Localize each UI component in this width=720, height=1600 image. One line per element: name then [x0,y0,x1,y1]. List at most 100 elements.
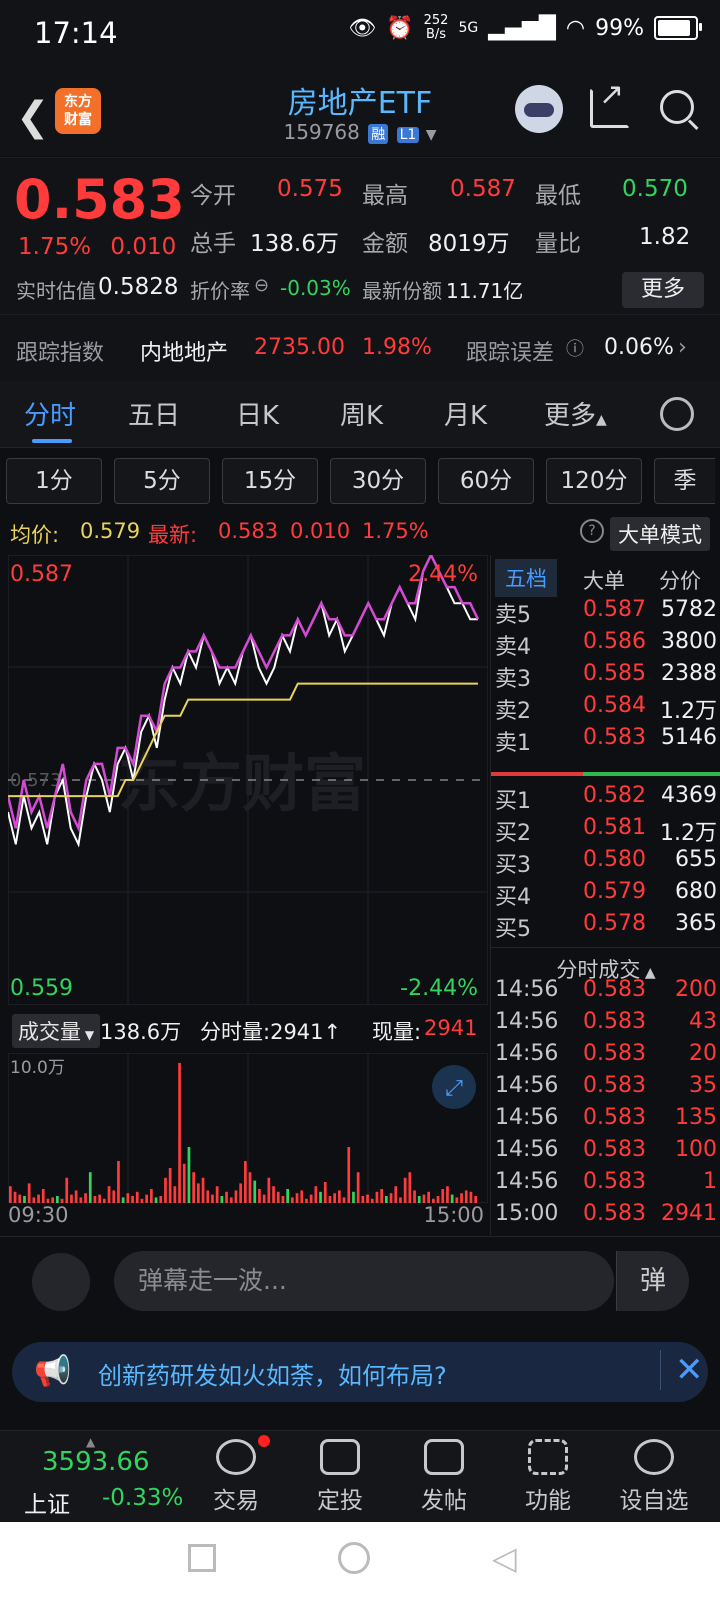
tick-row: 14:56 0.583 135 [495,1105,717,1130]
tab-price-dist[interactable]: 分价 [659,565,701,595]
recent-apps-button[interactable] [188,1544,216,1572]
tab-intraday[interactable]: 分时 [24,395,76,432]
danmu-settings-icon[interactable] [32,1253,90,1311]
wifi-icon: ◠ [565,15,586,41]
now-volume-label: 现量: [372,1020,422,1044]
expand-arrows-icon: ⤢ [445,1076,463,1101]
amount-value: 8019万 [428,231,510,257]
chevron-down-icon[interactable]: ▼ [426,127,437,143]
notice-text[interactable]: 创新药研发如火如荼，如何布局? [98,1356,447,1391]
volume-bar [37,1194,40,1203]
volume-bar [427,1191,430,1203]
price-change: 1.75% 0.010 [18,234,177,260]
edit-icon [424,1439,464,1475]
stock-code: 159768 [283,120,360,144]
volume-bar [150,1189,153,1203]
volume-bar [253,1180,257,1203]
volume-bar [262,1194,266,1203]
assistant-robot-icon[interactable] [515,85,563,133]
alarm-icon: ⏰ [386,15,414,41]
volume-bar [215,1186,219,1203]
home-button[interactable] [338,1542,370,1574]
tab-daily-k[interactable]: 日K [236,395,279,432]
period-120min[interactable]: 120分 [546,458,642,504]
share-icon[interactable] [590,77,630,128]
tab-weekly-k[interactable]: 周K [340,395,383,432]
volume-bar [408,1172,412,1203]
volume-bar [389,1193,393,1203]
chevron-right-icon: › [678,335,687,360]
last-label: 最新: [148,523,198,547]
volume-bar [403,1177,407,1203]
nav-add-watchlist[interactable]: 设自选 [614,1439,694,1515]
level-tag: L1 [396,127,420,143]
tab-big-orders[interactable]: 大单 [583,565,625,595]
question-icon[interactable]: ? [580,519,604,543]
danmu-input[interactable]: 弹幕走一波... [114,1251,614,1311]
period-quarter[interactable]: 季 [654,458,715,504]
tick-row: 14:56 0.583 100 [495,1137,717,1162]
close-icon[interactable]: ✕ [660,1350,704,1390]
search-icon[interactable] [660,90,694,124]
volume-selector[interactable]: 成交量 ▼ [12,1014,101,1048]
period-5min[interactable]: 5分 [114,458,210,504]
volume-bar [41,1189,45,1203]
tracking-index-row[interactable]: 跟踪指数 内地地产 2735.00 1.98% 跟踪误差 ⓘ 0.06% › [0,314,720,381]
period-60min[interactable]: 60分 [438,458,534,504]
minute-volume: 分时量:2941↑ [200,1020,342,1044]
tab-five-levels[interactable]: 五档 [495,559,557,597]
ask-row: 卖3 0.585 2388 [495,661,717,692]
volume-bar [56,1196,59,1203]
back-nav-button[interactable]: ◁ [492,1540,517,1576]
big-order-mode-button[interactable]: 大单模式 [610,517,710,551]
nav-invest[interactable]: 定投 [300,1439,380,1515]
pct-bottom-label: -2.44% [400,976,478,1001]
time-start: 09:30 [8,1203,69,1227]
premium-value: -0.03% [280,276,351,300]
bid-row: 买4 0.579 680 [495,879,717,910]
chart-calendar-icon [320,1439,360,1475]
volume-chart[interactable]: 10.0万 ⤢ [8,1053,488,1203]
battery-icon [654,16,702,40]
danmu-send-button[interactable]: 弹 [616,1251,689,1311]
status-icons: 👁 ⏰ 252 B/s 5G ▂▄▆█ ◠ 99% [348,14,702,42]
volume-bar [211,1194,214,1203]
average-price-line: 均价: 0.579 最新: 0.583 0.010 1.75% ? 大单模式 [0,515,720,553]
help-icon[interactable]: ⓘ [566,335,584,361]
nav-post[interactable]: 发帖 [404,1439,484,1515]
volume-bar [220,1196,224,1203]
volume-bar [178,1063,181,1203]
volume-bar [173,1186,177,1203]
tab-more[interactable]: 更多▲ [544,395,607,432]
volume-bar [258,1189,261,1203]
more-dots-icon[interactable]: ⊖ [254,275,269,296]
volume-bar [267,1177,271,1203]
tab-five-day[interactable]: 五日 [128,395,180,432]
tab-monthly-k[interactable]: 月K [444,395,487,432]
track-index-pct: 1.98% [362,335,432,360]
volume-bar [74,1190,78,1203]
notice-banner[interactable]: 📢 创新药研发如火如荼，如何布局? ✕ [12,1342,708,1402]
last-price: 0.583 [14,168,185,231]
yen-icon [216,1439,256,1475]
volume-bar [281,1196,285,1203]
volume-bar [441,1189,445,1203]
volume-bar [112,1190,116,1203]
gear-icon[interactable] [660,397,694,431]
period-15min[interactable]: 15分 [222,458,318,504]
volume-bar [460,1193,463,1203]
volume-bar [375,1191,379,1203]
tick-row: 14:56 0.583 200 [495,977,717,1002]
more-button[interactable]: 更多 [622,272,704,308]
intraday-chart[interactable]: 东方财富 0.573 0.587 0.559 2.44% -2.44% [8,555,488,1005]
y-bottom-label: 0.559 [10,976,73,1001]
volume-bar [417,1196,421,1203]
period-1min[interactable]: 1分 [6,458,102,504]
battery-text: 99% [595,15,644,41]
period-30min[interactable]: 30分 [330,458,426,504]
bid-row: 买3 0.580 655 [495,847,717,878]
iopv-label: 实时估值 [16,279,96,303]
high-label: 最高 [362,183,408,209]
nav-functions[interactable]: 功能 [508,1439,588,1515]
nav-trade[interactable]: 交易 [196,1439,276,1515]
